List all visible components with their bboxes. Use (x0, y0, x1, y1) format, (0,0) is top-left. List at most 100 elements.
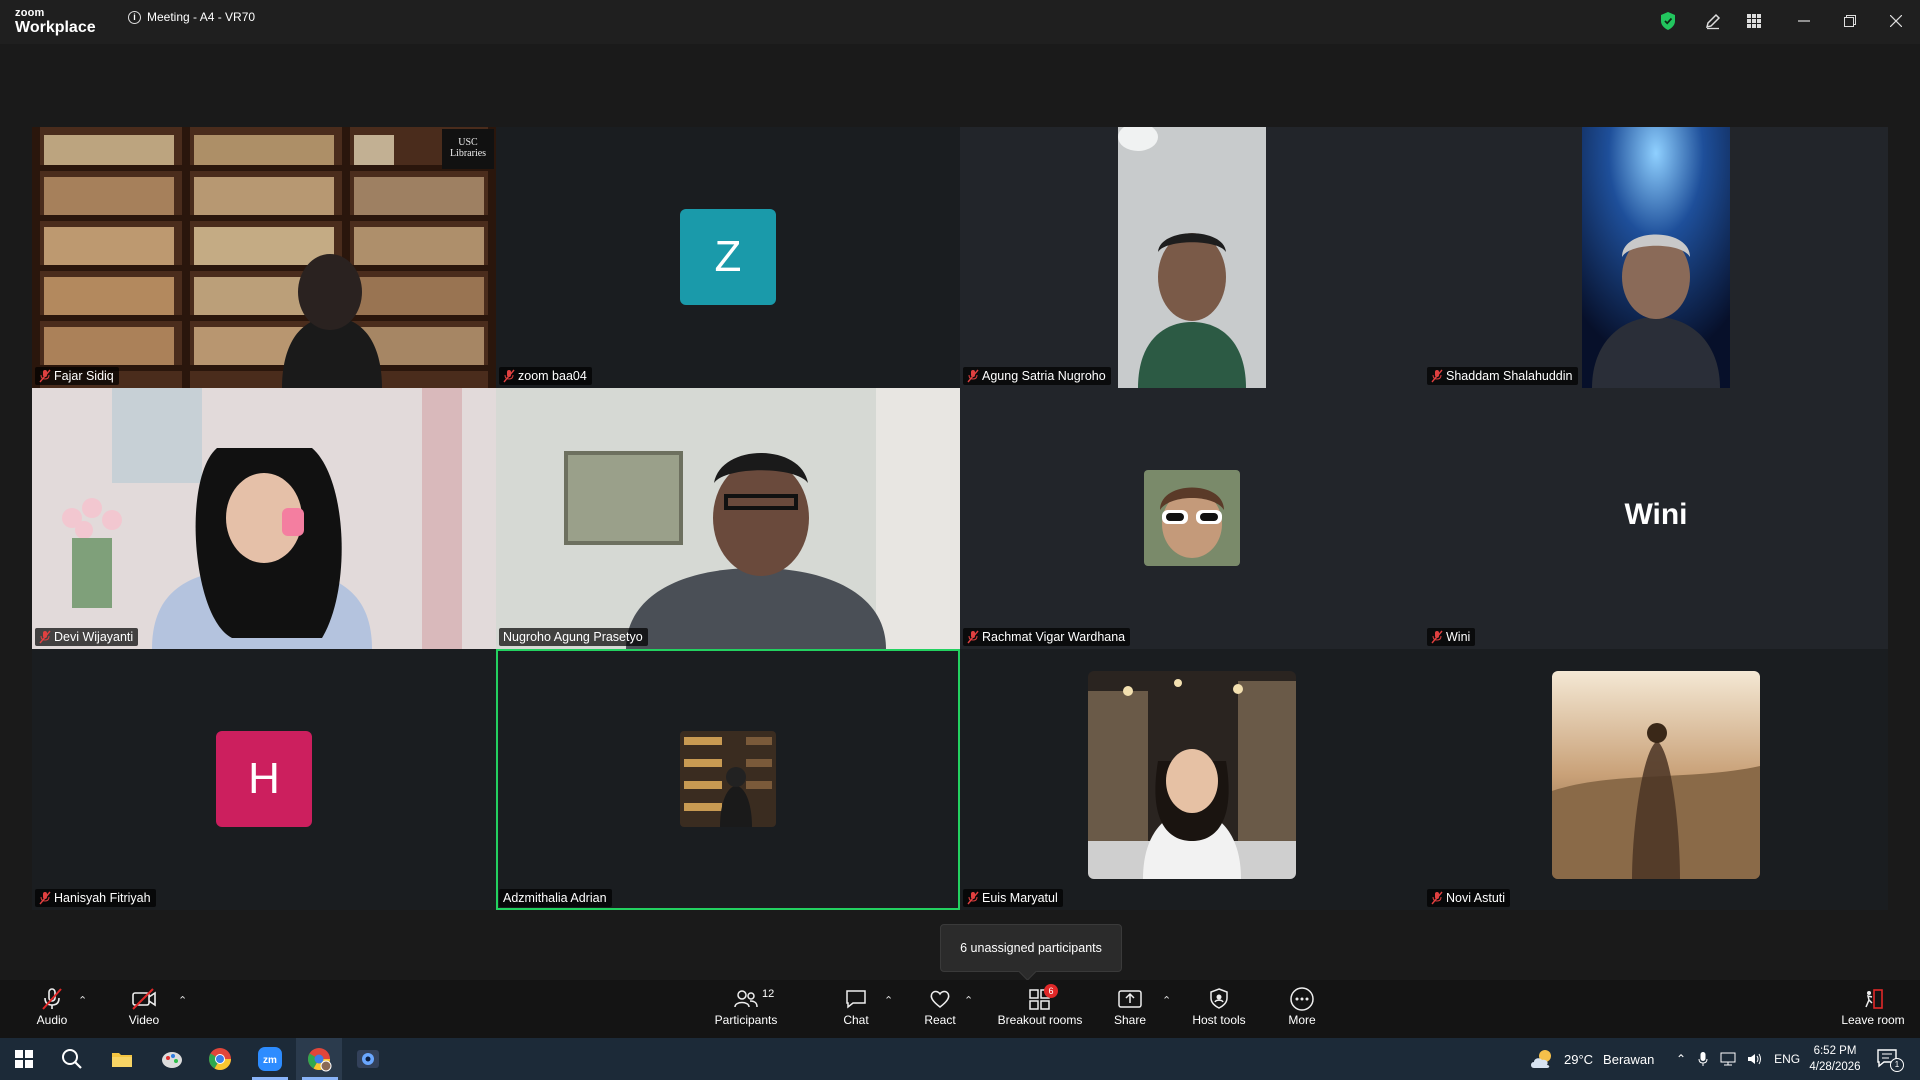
audio-label: Audio (36, 1013, 68, 1027)
notifications-button[interactable]: 1 (1876, 1048, 1906, 1072)
audio-options-caret-icon[interactable]: ⌃ (78, 994, 87, 1007)
participant-name-tag: Agung Satria Nugroho (963, 367, 1111, 385)
participants-icon (734, 990, 758, 1008)
react-options-caret-icon[interactable]: ⌃ (964, 994, 973, 1007)
leave-room-button[interactable]: Leave room (1836, 986, 1910, 1034)
participants-label: Participants (714, 1013, 778, 1027)
minimize-icon[interactable] (1793, 10, 1815, 32)
participant-tile[interactable]: H Hanisyah Fitriyah (32, 649, 496, 910)
host-tools-label: Host tools (1192, 1013, 1246, 1027)
zoom-app-icon[interactable]: zm (256, 1045, 284, 1073)
participant-name: Euis Maryatul (982, 891, 1058, 905)
participants-button[interactable]: Participants 12 (706, 986, 786, 1034)
video-feed-icon (496, 388, 960, 649)
microphone-icon[interactable] (1698, 1051, 1708, 1067)
paint-app-icon[interactable] (158, 1045, 186, 1073)
mic-muted-icon (967, 891, 979, 905)
react-label: React (924, 1013, 956, 1027)
participant-name: Rachmat Vigar Wardhana (982, 630, 1126, 644)
webcam-app-icon[interactable] (354, 1045, 382, 1073)
clock-time: 6:52 PM (1813, 1045, 1857, 1057)
audio-button[interactable]: Audio (20, 986, 84, 1034)
profile-photo-icon (1088, 671, 1296, 879)
meeting-info[interactable]: i Meeting - A4 - VR70 (128, 10, 255, 24)
participant-name-tag: Hanisyah Fitriyah (35, 889, 156, 907)
mic-muted-icon (39, 369, 51, 383)
mic-muted-icon (39, 630, 51, 644)
share-button[interactable]: Share (1108, 986, 1152, 1034)
host-tools-shield-icon (1210, 988, 1228, 1009)
share-options-caret-icon[interactable]: ⌃ (1162, 994, 1171, 1007)
participant-tile[interactable]: Z zoom baa04 (496, 127, 960, 388)
breakout-badge: 6 (1044, 984, 1058, 998)
breakout-rooms-button[interactable]: 6 Breakout rooms (982, 984, 1098, 1034)
mic-muted-icon (967, 630, 979, 644)
close-icon[interactable] (1885, 10, 1907, 32)
participant-tile[interactable]: Euis Maryatul (960, 649, 1424, 910)
participant-name: Fajar Sidiq (54, 369, 114, 383)
react-button[interactable]: React (914, 986, 966, 1034)
search-icon[interactable] (58, 1045, 86, 1073)
participant-tile[interactable]: Shaddam Shalahuddin (1424, 127, 1888, 388)
volume-icon[interactable] (1746, 1052, 1762, 1066)
security-shield-icon[interactable] (1657, 10, 1679, 32)
letter-avatar: Z (680, 209, 776, 305)
participant-tile[interactable]: USC Libraries Fajar Sidiq (32, 127, 496, 388)
apps-grid-icon[interactable] (1743, 10, 1765, 32)
participant-tile[interactable]: Novi Astuti (1424, 649, 1888, 910)
notification-count: 1 (1890, 1058, 1904, 1072)
video-button[interactable]: Video (112, 986, 176, 1034)
chrome-profile-icon[interactable] (305, 1045, 333, 1073)
weather-widget[interactable]: 29°C Berawan (1528, 1038, 1654, 1080)
bookshelf-video-icon (32, 127, 496, 388)
video-feed-icon (32, 388, 496, 649)
language-indicator[interactable]: ENG (1774, 1052, 1800, 1066)
windows-taskbar: zm 29°C Berawan ⌃ ENG 6:52 PM 4/28/2026 … (0, 1038, 1920, 1080)
participants-count: 12 (762, 988, 775, 1000)
participant-name: Adzmithalia Adrian (503, 891, 607, 905)
show-hidden-icons-chevron-icon[interactable]: ⌃ (1676, 1052, 1686, 1066)
windows-start-icon[interactable] (10, 1045, 38, 1073)
chat-icon (846, 990, 866, 1009)
participant-name-tag: Shaddam Shalahuddin (1427, 367, 1578, 385)
mic-muted-icon (1431, 369, 1443, 383)
participant-tile[interactable]: Rachmat Vigar Wardhana (960, 388, 1424, 649)
participant-tile-active-speaker[interactable]: Adzmithalia Adrian (496, 649, 960, 910)
logo-bottom-text: Workplace (15, 19, 96, 36)
info-icon[interactable]: i (128, 10, 141, 24)
participant-tile[interactable]: Agung Satria Nugroho (960, 127, 1424, 388)
participant-name: zoom baa04 (518, 369, 587, 383)
heart-icon (930, 990, 950, 1008)
more-button[interactable]: More (1280, 986, 1324, 1034)
chat-options-caret-icon[interactable]: ⌃ (884, 994, 893, 1007)
clock[interactable]: 6:52 PM 4/28/2026 (1800, 1043, 1870, 1075)
participant-name: Nugroho Agung Prasetyo (503, 630, 643, 644)
logo-top-text: zoom (15, 7, 45, 19)
weather-temperature: 29°C (1564, 1051, 1594, 1067)
participant-tile[interactable]: Nugroho Agung Prasetyo (496, 388, 960, 649)
restore-icon[interactable] (1839, 10, 1861, 32)
video-options-caret-icon[interactable]: ⌃ (178, 994, 187, 1007)
video-label: Video (128, 1013, 160, 1027)
more-label: More (1288, 1013, 1316, 1027)
mic-muted-icon (1431, 891, 1443, 905)
mic-muted-icon (39, 891, 51, 905)
mic-muted-icon (1431, 630, 1443, 644)
participant-name-tag: Nugroho Agung Prasetyo (499, 628, 648, 646)
participant-name-tag: Adzmithalia Adrian (499, 889, 612, 907)
chrome-icon[interactable] (206, 1045, 234, 1073)
participant-tile[interactable]: Devi Wijayanti (32, 388, 496, 649)
share-screen-icon (1118, 990, 1142, 1008)
weather-description: Berawan (1603, 1051, 1655, 1067)
annotate-pencil-icon[interactable] (1702, 10, 1724, 32)
file-explorer-icon[interactable] (108, 1045, 136, 1073)
mic-muted-icon (503, 369, 515, 383)
network-icon[interactable] (1720, 1052, 1736, 1066)
participant-name-tag: Novi Astuti (1427, 889, 1511, 907)
video-off-icon (132, 988, 156, 1010)
host-tools-button[interactable]: Host tools (1186, 986, 1252, 1034)
chat-button[interactable]: Chat (830, 986, 882, 1034)
participant-tile[interactable]: Wini Wini (1424, 388, 1888, 649)
participant-name: Wini (1446, 630, 1471, 644)
participant-name-tag: Wini (1427, 628, 1476, 646)
